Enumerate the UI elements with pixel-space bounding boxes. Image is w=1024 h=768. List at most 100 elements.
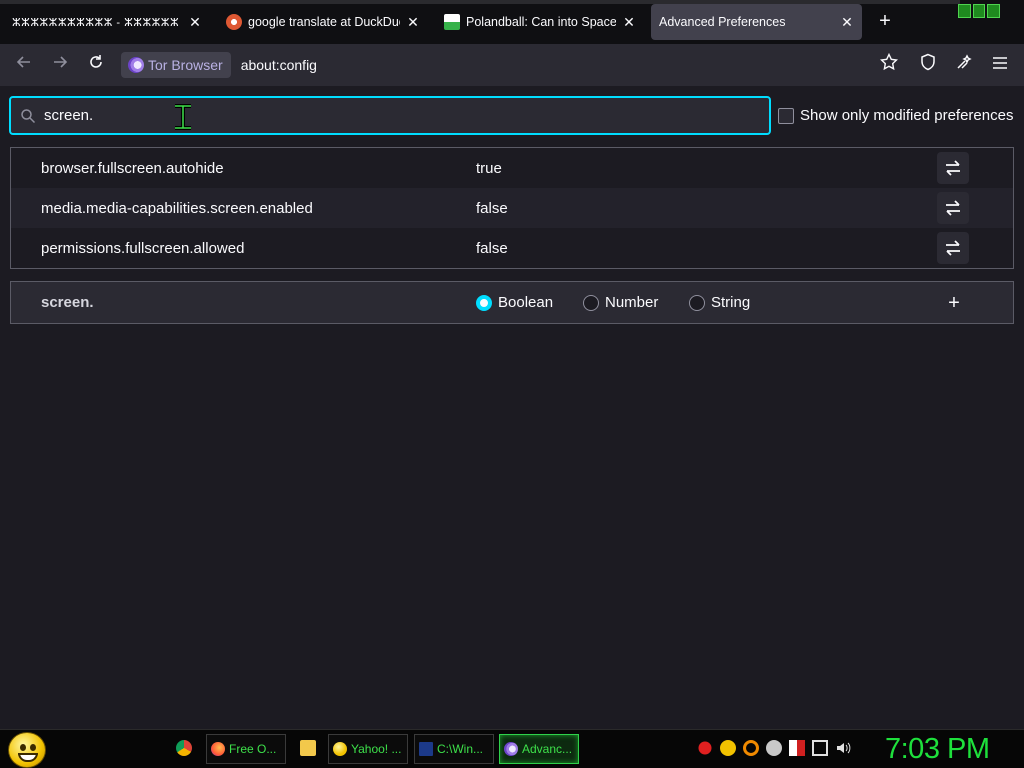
tab-close-icon[interactable]: ✕ bbox=[622, 14, 636, 31]
tab-1[interactable]: ⵣⵣⵣⵣⵣⵣⵣⵣⵣⵣⵣ - ⵣⵣⵣⵣⵣⵣ ✕ bbox=[4, 4, 210, 40]
pref-name[interactable]: browser.fullscreen.autohide bbox=[41, 160, 224, 177]
star-icon bbox=[879, 52, 899, 71]
command-prompt-icon bbox=[419, 742, 433, 756]
pref-name[interactable]: media.media-capabilities.screen.enabled bbox=[41, 200, 313, 217]
search-icon bbox=[21, 108, 36, 123]
taskbar-item-tor-browser[interactable]: Advanc... bbox=[499, 734, 579, 764]
preference-search-input[interactable]: screen. bbox=[9, 96, 771, 135]
taskbar-item-label: C:\Win... bbox=[437, 742, 484, 756]
system-tray bbox=[697, 740, 851, 756]
tab-3[interactable]: Polandball: Can into Space! - F ✕ bbox=[436, 4, 644, 40]
identity-label: Tor Browser bbox=[148, 57, 223, 73]
folder-icon[interactable] bbox=[300, 740, 316, 756]
show-modified-checkbox[interactable]: Show only modified preferences bbox=[778, 107, 1013, 124]
pref-name[interactable]: permissions.fullscreen.allowed bbox=[41, 240, 244, 257]
tab-title: ⵣⵣⵣⵣⵣⵣⵣⵣⵣⵣⵣ - ⵣⵣⵣⵣⵣⵣ bbox=[12, 16, 180, 29]
flag-icon[interactable] bbox=[789, 740, 805, 756]
swap-arrows-icon bbox=[946, 200, 960, 216]
magnifier-icon[interactable] bbox=[743, 740, 759, 756]
arrow-right-icon bbox=[54, 56, 68, 68]
menu-button[interactable] bbox=[988, 53, 1012, 77]
pref-row: media.media-capabilities.screen.enabled … bbox=[11, 188, 1013, 228]
pref-value[interactable]: true bbox=[476, 160, 502, 177]
url-text[interactable]: about:config bbox=[241, 57, 317, 73]
radio-label: Number bbox=[605, 294, 659, 311]
search-value[interactable]: screen. bbox=[44, 107, 93, 124]
yahoo-messenger-icon bbox=[333, 742, 347, 756]
broom-sparkle-icon bbox=[957, 54, 972, 69]
messenger-status-icon[interactable] bbox=[766, 740, 782, 756]
add-preference-row: screen. Boolean Number String + bbox=[10, 281, 1014, 324]
forward-button[interactable] bbox=[48, 53, 72, 77]
arrow-left-icon bbox=[16, 56, 30, 68]
tab-title: Polandball: Can into Space! - F bbox=[466, 15, 616, 29]
close-window-button[interactable] bbox=[987, 4, 1001, 18]
radio-button-selected[interactable] bbox=[476, 294, 492, 311]
pref-row: browser.fullscreen.autohide true bbox=[11, 148, 1013, 188]
new-tab-button[interactable]: + bbox=[874, 10, 896, 34]
taskbar-item-yahoo[interactable]: Yahoo! ... bbox=[328, 734, 408, 764]
pref-value[interactable]: false bbox=[476, 240, 508, 257]
radio-number[interactable]: Number bbox=[583, 294, 658, 311]
pref-row: permissions.fullscreen.allowed false bbox=[11, 228, 1013, 268]
red-bug-icon[interactable] bbox=[697, 740, 713, 756]
radio-boolean[interactable]: Boolean bbox=[476, 294, 553, 311]
minimize-button[interactable] bbox=[958, 4, 971, 18]
tab-title: google translate at DuckDuck bbox=[248, 15, 400, 29]
taskbar-item-label: Free O... bbox=[229, 742, 277, 756]
reload-button[interactable] bbox=[84, 53, 108, 77]
radio-button[interactable] bbox=[689, 294, 705, 311]
speaker-icon[interactable] bbox=[835, 740, 851, 756]
smiley-eye bbox=[20, 744, 26, 751]
swap-arrows-icon bbox=[946, 160, 960, 176]
taskbar-item-label: Yahoo! ... bbox=[351, 742, 402, 756]
checkbox[interactable] bbox=[778, 107, 794, 124]
window-controls[interactable] bbox=[958, 4, 1001, 18]
tab-2[interactable]: google translate at DuckDuck ✕ bbox=[218, 4, 428, 40]
reload-icon bbox=[90, 55, 102, 68]
tab-close-icon[interactable]: ✕ bbox=[840, 14, 854, 31]
network-icon[interactable] bbox=[812, 740, 828, 756]
bookmark-button[interactable] bbox=[877, 52, 901, 77]
identity-box[interactable]: Tor Browser bbox=[121, 52, 231, 78]
taskbar-item-cmd[interactable]: C:\Win... bbox=[414, 734, 494, 764]
radio-label: String bbox=[711, 294, 751, 311]
tab-title: Advanced Preferences bbox=[659, 15, 786, 29]
swap-arrows-icon bbox=[946, 240, 960, 256]
radio-label: Boolean bbox=[498, 294, 554, 311]
taskbar-item-label: Advanc... bbox=[522, 742, 573, 756]
new-identity-button[interactable] bbox=[952, 53, 976, 77]
maximize-button[interactable] bbox=[972, 4, 986, 18]
tor-onion-icon bbox=[504, 742, 518, 756]
emoji-icon[interactable] bbox=[720, 740, 736, 756]
pref-value[interactable]: false bbox=[476, 200, 508, 217]
radio-string[interactable]: String bbox=[689, 294, 750, 311]
url-bar[interactable]: Tor Browser about:config bbox=[121, 50, 881, 80]
back-button[interactable] bbox=[12, 53, 36, 77]
tab-close-icon[interactable]: ✕ bbox=[406, 14, 420, 31]
new-pref-name: screen. bbox=[41, 294, 94, 311]
toggle-button[interactable] bbox=[937, 192, 969, 224]
tab-advanced-preferences[interactable]: Advanced Preferences ✕ bbox=[651, 4, 862, 40]
duckduckgo-icon bbox=[226, 14, 242, 30]
tab-close-icon[interactable]: ✕ bbox=[188, 14, 202, 31]
smiley-eye bbox=[30, 744, 36, 751]
preferences-table: browser.fullscreen.autohide true media.m… bbox=[10, 147, 1014, 269]
firefox-icon bbox=[211, 742, 225, 756]
nav-bar: Tor Browser about:config bbox=[0, 44, 1024, 86]
add-preference-button[interactable]: + bbox=[939, 288, 969, 318]
shield-button[interactable] bbox=[916, 53, 940, 77]
tab-strip: ⵣⵣⵣⵣⵣⵣⵣⵣⵣⵣⵣ - ⵣⵣⵣⵣⵣⵣ ✕ google translate … bbox=[0, 0, 1024, 44]
start-button-smiley-icon[interactable] bbox=[8, 732, 46, 768]
shield-icon bbox=[921, 53, 935, 71]
taskbar-clock[interactable]: 7:03 PM bbox=[885, 733, 990, 766]
toggle-button[interactable] bbox=[937, 152, 969, 184]
tor-onion-icon bbox=[128, 57, 144, 73]
polandball-icon bbox=[444, 14, 460, 30]
show-modified-label: Show only modified preferences bbox=[800, 107, 1014, 124]
toggle-button[interactable] bbox=[937, 232, 969, 264]
text-cursor-icon bbox=[175, 104, 191, 130]
radio-button[interactable] bbox=[583, 294, 599, 311]
taskbar-item-firefox[interactable]: Free O... bbox=[206, 734, 286, 764]
chrome-icon[interactable] bbox=[176, 740, 192, 756]
